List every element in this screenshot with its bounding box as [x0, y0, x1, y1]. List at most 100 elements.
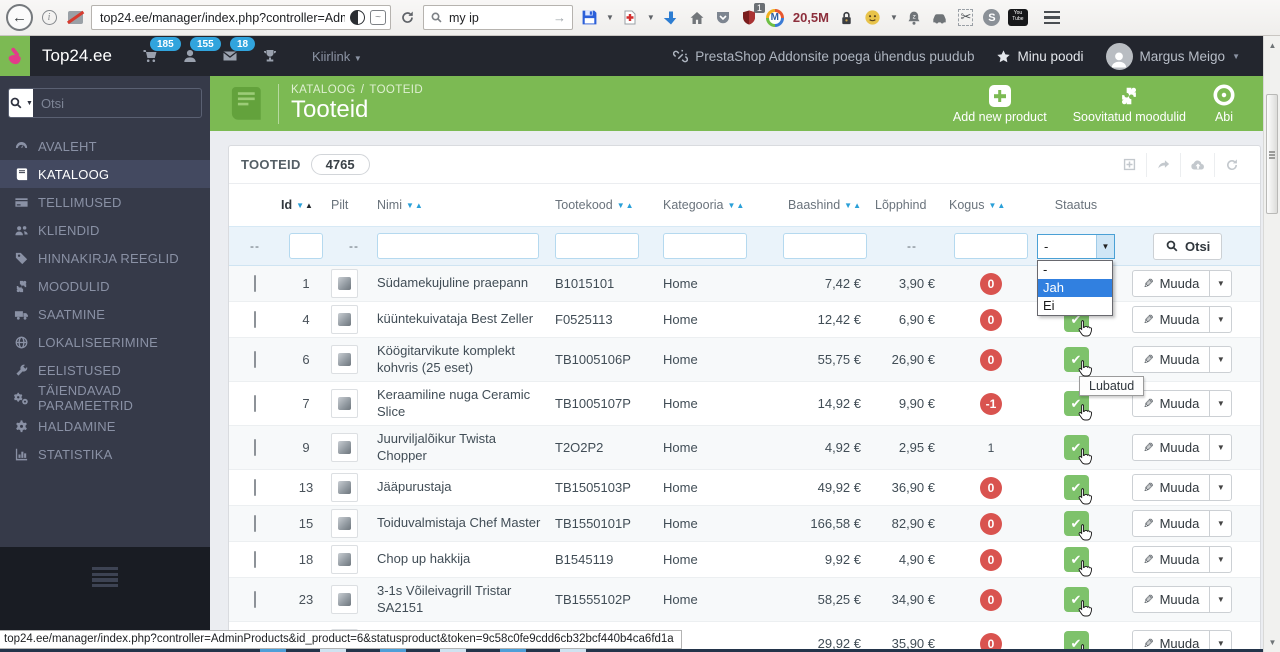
product-thumbnail[interactable]	[331, 269, 358, 298]
recommended-modules-button[interactable]: Soovitatud moodulid	[1073, 85, 1186, 124]
my-shop-link[interactable]: Minu poodi	[996, 49, 1084, 64]
column-nimi[interactable]: Nimi ▼ ▲	[377, 198, 555, 212]
product-thumbnail[interactable]	[331, 509, 358, 538]
export-icon-button[interactable]	[1146, 152, 1180, 177]
edit-dropdown-caret[interactable]: ▼	[1209, 391, 1231, 416]
browser-search-field[interactable]: my ip →	[423, 5, 573, 30]
save-dropdown-caret[interactable]: ▼	[606, 13, 614, 22]
filter-code-input[interactable]	[555, 233, 639, 259]
product-name[interactable]: Südamekujuline praepann	[377, 275, 555, 292]
sidebar-item-lokaliseerimine[interactable]: LOKALISEERIMINE	[0, 328, 210, 356]
browser-scrollbar[interactable]: ▲ ▼	[1263, 36, 1280, 652]
adblock-shield-button[interactable]: 1	[739, 2, 765, 29]
extension-icon[interactable]: ~	[370, 10, 386, 25]
messages-quick-icon[interactable]: 18	[222, 37, 256, 64]
row-checkbox[interactable]	[254, 275, 256, 292]
sidebar-search-input[interactable]	[32, 89, 201, 117]
search-go-icon[interactable]: →	[553, 10, 566, 25]
menu-collapse-icon[interactable]	[92, 567, 118, 588]
product-thumbnail[interactable]	[331, 433, 358, 462]
sidebar-item-tellimused[interactable]: TELLIMUSED	[0, 188, 210, 216]
add-new-product-button[interactable]: Add new product	[953, 85, 1047, 124]
edit-dropdown-caret[interactable]: ▼	[1209, 475, 1231, 500]
orders-quick-icon[interactable]: 185	[142, 37, 181, 64]
scrollbar-up-arrow[interactable]: ▲	[1264, 38, 1280, 53]
sidebar-item-moodulid[interactable]: MOODULID	[0, 272, 210, 300]
filter-name-input[interactable]	[377, 233, 539, 259]
import-icon-button[interactable]	[1180, 152, 1214, 177]
save-page-button[interactable]	[579, 7, 599, 29]
skype-button[interactable]: S	[982, 7, 1002, 29]
column-kogus[interactable]: Kogus ▼ ▲	[949, 198, 1033, 212]
product-thumbnail[interactable]	[331, 473, 358, 502]
product-name[interactable]: Jääpurustaja	[377, 479, 555, 496]
sidebar-item-hinnakirja-reeglid[interactable]: HINNAKIRJA REEGLID	[0, 244, 210, 272]
product-thumbnail[interactable]	[331, 389, 358, 418]
row-checkbox[interactable]	[254, 479, 256, 496]
product-name[interactable]: Chop up hakkija	[377, 551, 555, 568]
traffic-counter[interactable]: 20,5M	[793, 10, 829, 25]
greasemonkey-caret[interactable]: ▼	[890, 13, 898, 22]
row-checkbox[interactable]	[254, 311, 256, 328]
breadcrumb-products[interactable]: TOOTEID	[369, 84, 423, 96]
edit-split-button[interactable]: ✎ Muuda ▼	[1131, 474, 1233, 501]
status-option-any[interactable]: -	[1038, 261, 1112, 279]
sidebar-item-eelistused[interactable]: EELISTUSED	[0, 356, 210, 384]
edit-split-button[interactable]: ✎ Muuda ▼	[1131, 390, 1233, 417]
product-name[interactable]: 3-1s Võileivagrill Tristar SA2151	[377, 583, 555, 617]
menu-hamburger-button[interactable]	[1042, 7, 1062, 29]
screenshot-scissors-button[interactable]: ✂	[956, 7, 976, 29]
sidebar-item-avaleht[interactable]: AVALEHT	[0, 132, 210, 160]
shop-logo[interactable]	[0, 36, 30, 76]
column-id[interactable]: Id ▼ ▲	[281, 198, 331, 212]
home-button[interactable]	[687, 7, 707, 29]
edit-dropdown-caret[interactable]: ▼	[1209, 347, 1231, 372]
password-lock-button[interactable]	[837, 7, 857, 29]
page-info-icon[interactable]: i	[39, 7, 59, 29]
scrollbar-thumb[interactable]	[1266, 94, 1278, 214]
sidebar-item-saatmine[interactable]: SAATMINE	[0, 300, 210, 328]
column-baashind[interactable]: Baashind ▼ ▲	[775, 198, 875, 212]
alarm-bell-button[interactable]: z	[904, 7, 924, 29]
edit-dropdown-caret[interactable]: ▼	[1209, 587, 1231, 612]
refresh-icon-button[interactable]	[1214, 152, 1248, 177]
medkit-dropdown-caret[interactable]: ▼	[647, 13, 655, 22]
row-checkbox[interactable]	[254, 515, 256, 532]
product-name[interactable]: küüntekuivataja Best Zeller	[377, 311, 555, 328]
plugin-blocked-icon[interactable]	[65, 7, 85, 29]
edit-split-button[interactable]: ✎ Muuda ▼	[1131, 586, 1233, 613]
product-thumbnail[interactable]	[331, 305, 358, 334]
sidebar-item-t-iendavad-parameetrid[interactable]: TÄIENDAVAD PARAMEETRID	[0, 383, 210, 413]
sidebar-item-kataloog[interactable]: KATALOOG	[0, 160, 210, 188]
product-name[interactable]: Juurviljalõikur Twista Chopper	[377, 431, 555, 465]
adblock-circle-icon[interactable]	[350, 10, 365, 25]
sidebar-item-haldamine[interactable]: HALDAMINE	[0, 412, 210, 440]
edit-split-button[interactable]: ✎ Muuda ▼	[1131, 510, 1233, 537]
status-select-arrow[interactable]: ▼	[1096, 234, 1114, 258]
product-name[interactable]: Köögitarvikute komplekt kohvris (25 eset…	[377, 343, 555, 377]
quick-link-menu[interactable]: Kiirlink ▼	[312, 49, 362, 64]
filter-id-input[interactable]	[289, 233, 323, 259]
youtube-button[interactable]: You Tube	[1007, 7, 1028, 29]
row-checkbox[interactable]	[254, 351, 256, 368]
edit-split-button[interactable]: ✎ Muuda ▼	[1131, 546, 1233, 573]
medkit-bookmark-button[interactable]	[620, 7, 640, 29]
search-submit-button[interactable]: Otsi	[1153, 232, 1223, 260]
sidebar-search-button[interactable]: ▼	[9, 89, 33, 117]
edit-split-button[interactable]: ✎ Muuda ▼	[1131, 306, 1233, 333]
edit-split-button[interactable]: ✎ Muuda ▼	[1131, 270, 1233, 297]
search-query[interactable]: my ip	[449, 11, 547, 25]
row-checkbox[interactable]	[254, 591, 256, 608]
status-filter-select[interactable]: - ▼ - Jah Ei	[1037, 233, 1115, 316]
trophy-icon[interactable]	[262, 48, 278, 64]
reload-button[interactable]	[397, 7, 417, 29]
filter-category-input[interactable]	[663, 233, 747, 259]
pocket-button[interactable]	[713, 7, 733, 29]
product-thumbnail[interactable]	[331, 585, 358, 614]
brand-name[interactable]: Top24.ee	[42, 46, 112, 66]
filter-qty-input[interactable]	[954, 233, 1028, 259]
traffic-monitor-icon[interactable]: M	[765, 7, 785, 29]
edit-dropdown-caret[interactable]: ▼	[1209, 271, 1231, 296]
customers-quick-icon[interactable]: 155	[182, 37, 221, 64]
edit-dropdown-caret[interactable]: ▼	[1209, 307, 1231, 332]
